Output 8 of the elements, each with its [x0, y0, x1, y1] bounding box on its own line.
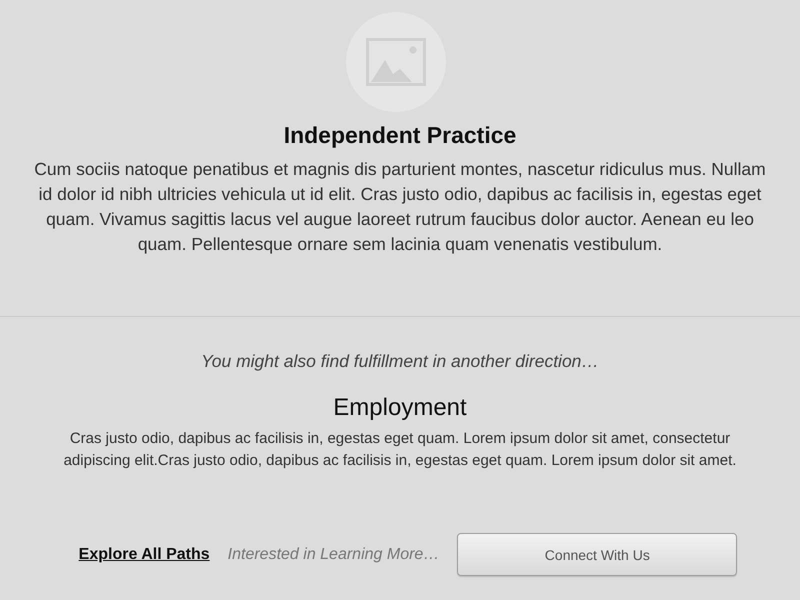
section-heading: Independent Practice	[284, 122, 516, 148]
suggestion-prompt: You might also find fulfillment in another direction…	[201, 350, 599, 373]
connect-button[interactable]: Connect With Us	[457, 533, 738, 576]
description-paragraph: Cum sociis natoque penatibus et magnis dis parturient montes, nascetur ridiculus mus. Nullam id dolor id nibh ultricies vehicula ut id elit. Cras justo odio, dapibus ac facilisis in, egestas eget quam. Vivamus sagittis lacus vel augue laoreet rutrum faucibus dolor auctor. Aenean eu leo quam. Pellentesque ornare sem lacinia quam venenatis vestibulum.	[33, 158, 767, 256]
description-paragraph: Cras justo odio, dapibus ac facilisis in, egestas eget quam. Lorem ipsum dolor sit amet, consectetur adipiscing elit.Cras justo odio, dapibus ac facilisis in, egestas eget quam. Lorem ipsum dolor sit amet.	[62, 429, 738, 471]
footer-prompt: Interested in Learning More…	[228, 546, 440, 564]
section-heading: Employment	[333, 394, 467, 422]
explore-link[interactable]: Explore All Paths	[78, 546, 210, 564]
